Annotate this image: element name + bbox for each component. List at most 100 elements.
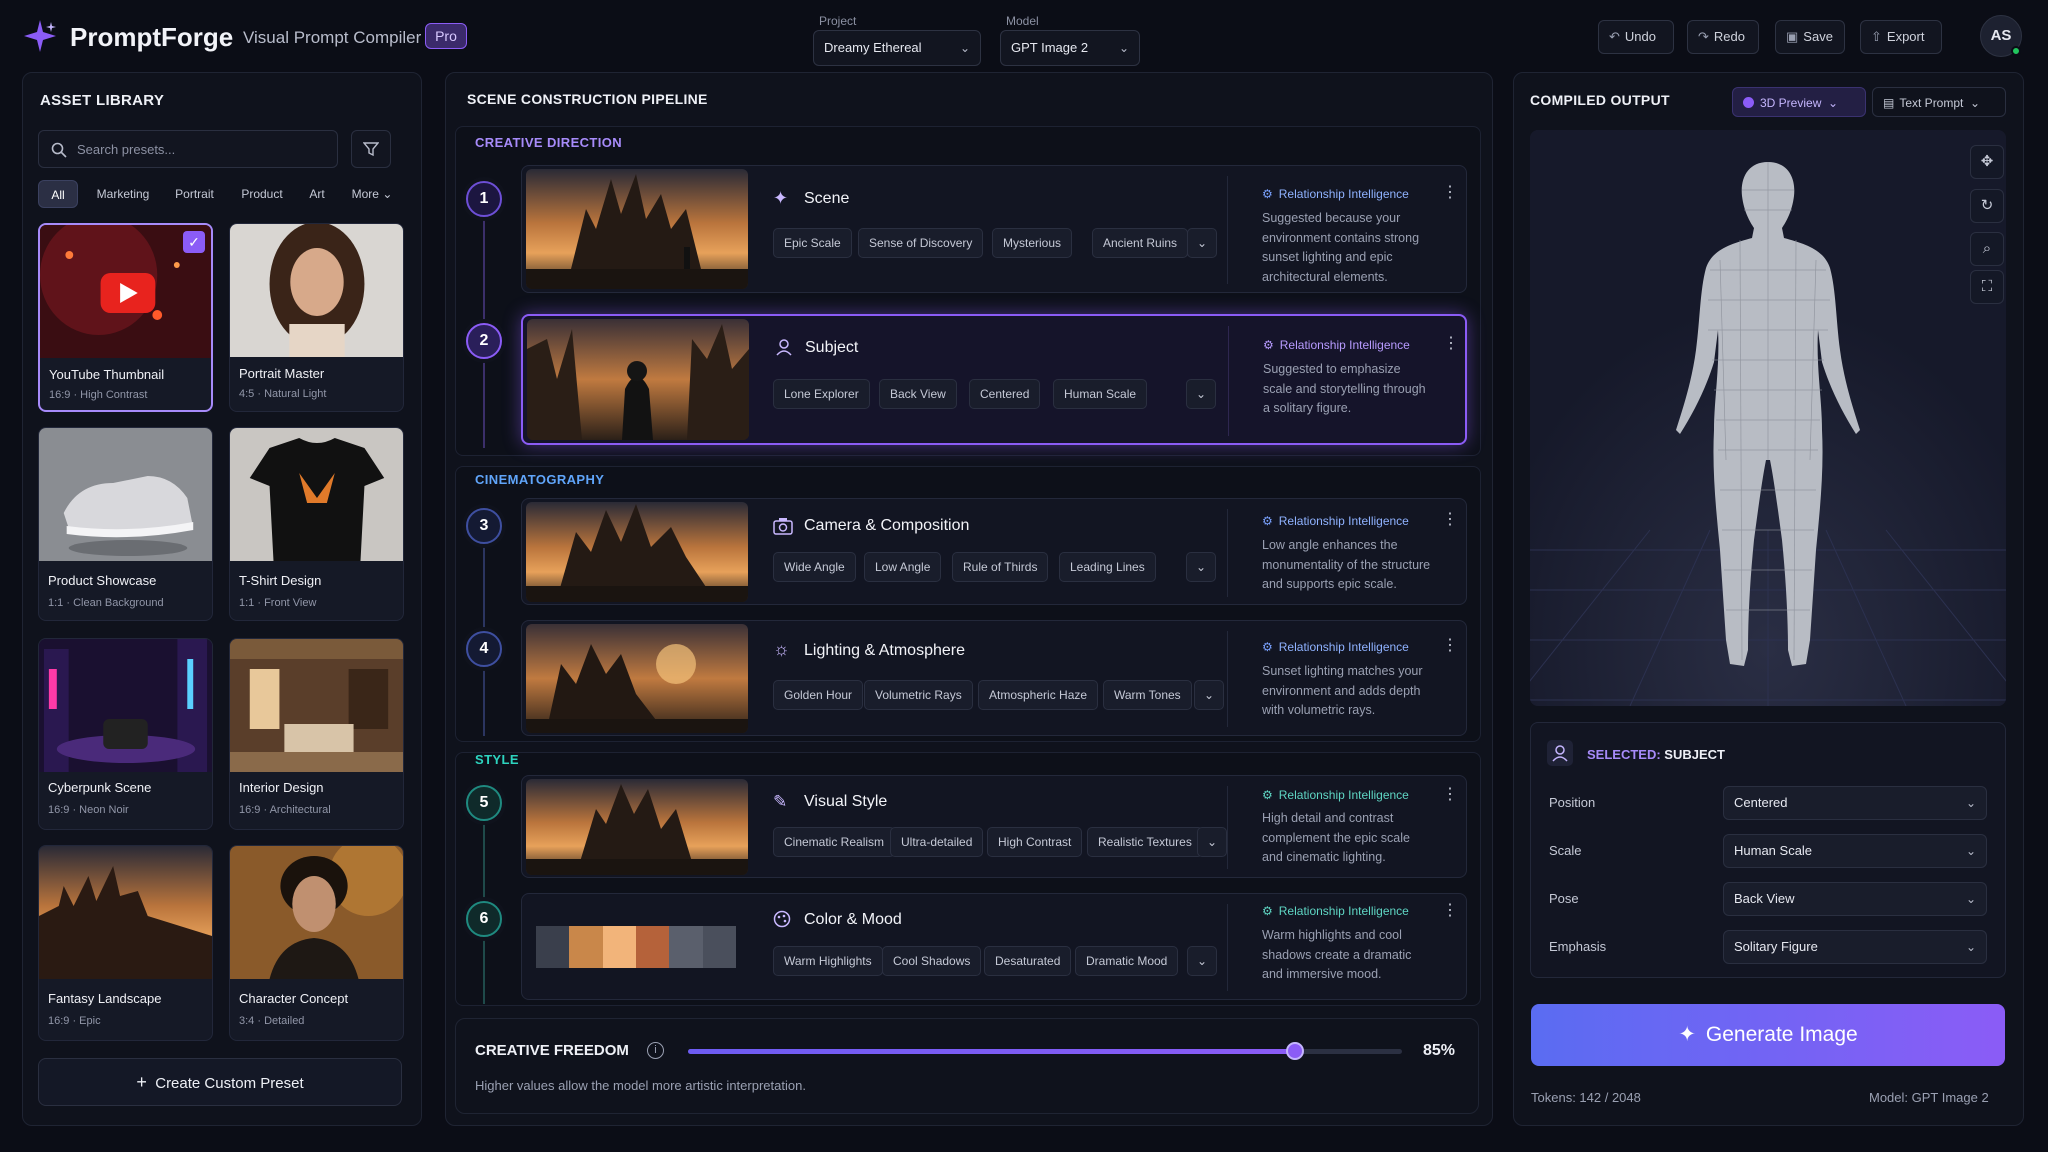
tab-text-prompt[interactable]: ▤ Text Prompt ⌄ (1872, 87, 2006, 117)
creative-freedom-slider-handle[interactable] (1285, 1042, 1304, 1060)
pose-dropdown[interactable]: Back View ⌄ (1723, 882, 1987, 916)
more-options-icon[interactable]: ⋮ (1443, 333, 1459, 353)
tag-chip[interactable]: Epic Scale (773, 228, 852, 258)
tag-chip[interactable]: Centered (969, 379, 1041, 409)
step-card-subject[interactable]: Subject Lone Explorer Back View Centered… (521, 314, 1467, 445)
filter-chip-all[interactable]: All (38, 180, 78, 208)
token-count: Tokens: 142 / 2048 (1531, 1090, 1641, 1105)
tag-chip[interactable]: Wide Angle (773, 552, 856, 582)
scale-dropdown[interactable]: Human Scale ⌄ (1723, 834, 1987, 868)
tag-chip[interactable]: Realistic Textures (1087, 827, 1203, 857)
more-options-icon[interactable]: ⋮ (1442, 635, 1458, 655)
tag-chip[interactable]: Desaturated (984, 946, 1072, 976)
selected-heading: SELECTED: SUBJECT (1587, 747, 1725, 762)
step-card-visual-style[interactable]: ✎ Visual Style Cinematic Realism Ultra-d… (521, 775, 1467, 878)
export-button[interactable]: ⇧ Export (1860, 20, 1942, 54)
rotate-tool-icon[interactable]: ↻ (1970, 189, 2004, 223)
search-input[interactable]: Search presets... (38, 130, 338, 168)
step-card-lighting-atmosphere[interactable]: ☼ Lighting & Atmosphere Golden Hour Volu… (521, 620, 1467, 736)
tag-chip[interactable]: Human Scale (1053, 379, 1148, 409)
filter-chip-more[interactable]: More ⌄ (346, 180, 398, 208)
ri-description: Suggested to emphasize scale and storyte… (1263, 362, 1426, 415)
tag-chip[interactable]: Cinematic Realism (773, 827, 896, 857)
project-select[interactable]: Dreamy Ethereal ⌄ (813, 30, 981, 66)
more-options-icon[interactable]: ⋮ (1442, 900, 1458, 920)
filter-chip-marketing[interactable]: Marketing (88, 180, 158, 208)
tab-3d-preview[interactable]: 3D Preview ⌄ (1732, 87, 1866, 117)
preset-card-product-showcase[interactable]: Product Showcase 1:1 · Clean Background (38, 427, 213, 621)
tag-chip[interactable]: Leading Lines (1059, 552, 1156, 582)
tag-chip[interactable]: Atmospheric Haze (978, 680, 1099, 710)
preset-card-tshirt-design[interactable]: T-Shirt Design 1:1 · Front View (229, 427, 404, 621)
tag-chip[interactable]: Ultra-detailed (890, 827, 984, 857)
filter-chip-portrait[interactable]: Portrait (167, 180, 222, 208)
expand-tags-button[interactable]: ⌄ (1187, 228, 1217, 258)
search-icon (51, 142, 67, 158)
relationship-intelligence-label: ⚙ Relationship Intelligence (1262, 904, 1409, 918)
sparkle-icon: ⚙ (1262, 514, 1273, 528)
expand-tags-button[interactable]: ⌄ (1194, 680, 1224, 710)
redo-button[interactable]: ↷ Redo (1687, 20, 1759, 54)
fit-frame-icon[interactable]: ⛶ (1970, 270, 2004, 304)
expand-tags-button[interactable]: ⌄ (1197, 827, 1227, 857)
expand-tags-button[interactable]: ⌄ (1187, 946, 1217, 976)
preset-card-portrait-master[interactable]: Portrait Master 4:5 · Natural Light (229, 223, 404, 412)
tag-chip[interactable]: Ancient Ruins (1092, 228, 1189, 258)
3d-preview-viewport[interactable] (1530, 130, 2006, 706)
preset-card-character-concept[interactable]: Character Concept 3:4 · Detailed (229, 845, 404, 1041)
ri-description: Low angle enhances the monumentality of … (1262, 538, 1431, 591)
tag-chip[interactable]: Cool Shadows (882, 946, 982, 976)
preset-card-interior-design[interactable]: Interior Design 16:9 · Architectural (229, 638, 404, 830)
tag-chip[interactable]: Low Angle (864, 552, 942, 582)
step-number-1: 1 (466, 181, 502, 217)
ri-description: Sunset lighting matches your environment… (1262, 664, 1423, 717)
position-dropdown[interactable]: Centered ⌄ (1723, 786, 1987, 820)
preset-card-fantasy-landscape[interactable]: Fantasy Landscape 16:9 · Epic (38, 845, 213, 1041)
app-header: PromptForge Visual Prompt Compiler Pro P… (0, 0, 2048, 72)
card-name: Product Showcase (48, 573, 157, 588)
tag-chip[interactable]: Golden Hour (773, 680, 864, 710)
card-meta: 16:9 · Architectural (239, 804, 331, 816)
sparkle-icon: ⚙ (1263, 338, 1274, 352)
selected-prefix: SELECTED: (1587, 747, 1661, 762)
expand-tags-button[interactable]: ⌄ (1186, 379, 1216, 409)
tag-chip[interactable]: Mysterious (992, 228, 1073, 258)
divider (1227, 509, 1228, 597)
tag-chip[interactable]: Back View (879, 379, 957, 409)
create-custom-preset-button[interactable]: + Create Custom Preset (38, 1058, 402, 1106)
tag-chip[interactable]: Volumetric Rays (864, 680, 973, 710)
info-icon[interactable]: i (647, 1042, 664, 1059)
3d-human-model (1530, 130, 2006, 706)
tag-chip[interactable]: High Contrast (987, 827, 1083, 857)
export-icon: ⇧ (1871, 29, 1882, 44)
tag-chip[interactable]: Lone Explorer (773, 379, 870, 409)
preset-card-cyberpunk-scene[interactable]: Cyberpunk Scene 16:9 · Neon Noir (38, 638, 213, 830)
step-card-color-mood[interactable]: Color & Mood Warm Highlights Cool Shadow… (521, 893, 1467, 1000)
more-options-icon[interactable]: ⋮ (1442, 509, 1458, 529)
tag-chip[interactable]: Warm Highlights (773, 946, 883, 976)
tag-chip[interactable]: Dramatic Mood (1075, 946, 1179, 976)
cyberpunk-scene-image (39, 639, 212, 772)
tag-chip[interactable]: Sense of Discovery (858, 228, 984, 258)
step-card-scene[interactable]: ✦ Scene Epic Scale Sense of Discovery My… (521, 165, 1467, 293)
more-options-icon[interactable]: ⋮ (1442, 784, 1458, 804)
filter-chip-art[interactable]: Art (302, 180, 332, 208)
tag-chip[interactable]: Rule of Thirds (952, 552, 1049, 582)
expand-tags-button[interactable]: ⌄ (1186, 552, 1216, 582)
move-tool-icon[interactable]: ✥ (1970, 145, 2004, 179)
preset-card-youtube-thumbnail[interactable]: ✓ YouTube Thumbnail 16:9 · High Contrast (38, 223, 213, 412)
more-options-icon[interactable]: ⋮ (1442, 182, 1458, 202)
generate-image-button[interactable]: ✦ Generate Image (1531, 1004, 2005, 1066)
tag-chip[interactable]: Warm Tones (1103, 680, 1192, 710)
card-meta: 16:9 · Neon Noir (48, 804, 129, 816)
zoom-tool-icon[interactable]: ⌕ (1970, 232, 2004, 266)
emphasis-dropdown[interactable]: Solitary Figure ⌄ (1723, 930, 1987, 964)
step-card-camera-composition[interactable]: Camera & Composition Wide Angle Low Angl… (521, 498, 1467, 605)
filter-chip-product[interactable]: Product (232, 180, 292, 208)
save-button[interactable]: ▣ Save (1775, 20, 1845, 54)
cube-icon (1743, 97, 1754, 108)
model-select[interactable]: GPT Image 2 ⌄ (1000, 30, 1140, 66)
filter-button[interactable] (351, 130, 391, 168)
undo-button[interactable]: ↶ Undo (1598, 20, 1674, 54)
card-name: Cyberpunk Scene (48, 780, 152, 795)
